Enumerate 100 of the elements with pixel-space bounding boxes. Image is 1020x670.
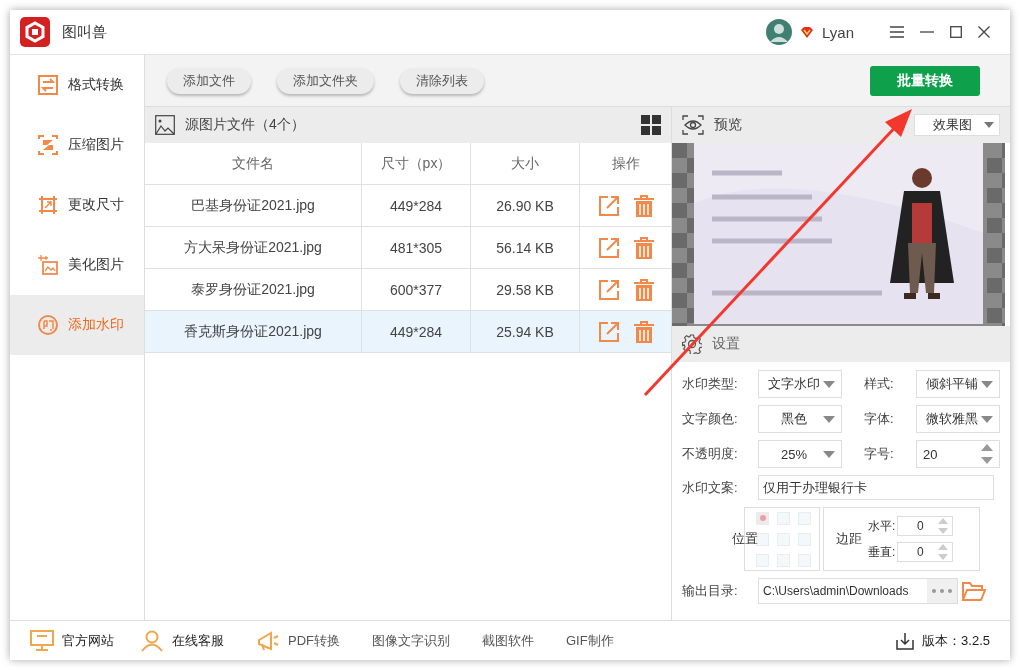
export-icon[interactable] — [597, 320, 620, 343]
preview-mode-dropdown[interactable]: 效果图 — [914, 114, 1000, 136]
footer-link[interactable]: PDF转换 — [256, 629, 340, 652]
field-label: 水平: — [868, 517, 896, 535]
avatar-icon[interactable] — [766, 19, 792, 45]
sidebar-item[interactable]: 格式转换 — [10, 55, 144, 115]
maximize-icon[interactable] — [950, 26, 962, 38]
user-name[interactable]: Lyan — [822, 23, 854, 41]
footer-link[interactable]: 官方网站 — [30, 629, 114, 652]
caret-icon — [981, 415, 993, 423]
sidebar-label: 美化图片 — [68, 256, 124, 274]
field-label: 样式: — [864, 375, 895, 393]
monitor-icon — [30, 629, 54, 652]
field-label: 位置 — [731, 530, 758, 548]
table-cell: 香克斯身份证2021.jpg — [145, 311, 362, 352]
trash-icon[interactable] — [633, 320, 654, 343]
folder-icon[interactable] — [962, 581, 986, 601]
dropdown[interactable]: 微软雅黑 — [916, 405, 1000, 433]
footer-link[interactable]: GIF制作 — [566, 631, 614, 650]
table-cell: 泰罗身份证2021.jpg — [145, 269, 362, 310]
number-field[interactable]: 20 — [916, 440, 1000, 468]
field-label: 水印类型: — [682, 375, 739, 393]
menu-icon[interactable] — [890, 26, 904, 38]
path-field[interactable]: C:\Users\admin\Downloads — [758, 578, 958, 604]
footer-link[interactable]: 在线客服 — [140, 629, 224, 652]
spinner-arrows-icon[interactable] — [981, 444, 993, 464]
image-icon — [155, 115, 175, 135]
panel-title: 设置 — [712, 335, 740, 353]
tool-icon — [38, 255, 58, 275]
field-label: 边距 — [836, 530, 862, 548]
table-row[interactable]: 香克斯身份证2021.jpg 449*284 25.94 KB — [145, 311, 671, 353]
field-label: 水印文案: — [682, 478, 739, 497]
footer-link[interactable]: 截图软件 — [482, 631, 534, 650]
selected-dot-icon — [759, 515, 766, 521]
panel-title: 预览 — [714, 116, 742, 134]
caret-icon — [981, 380, 993, 388]
position-picker[interactable] — [744, 507, 820, 571]
text-field[interactable]: 仅用于办理银行卡 — [758, 475, 994, 500]
field-label: 字号: — [864, 445, 895, 463]
spinner-arrows-icon[interactable] — [938, 518, 949, 534]
sidebar-item[interactable]: 压缩图片 — [10, 115, 144, 175]
toolbar-button[interactable]: 清除列表 — [400, 67, 484, 94]
field-label: 文字颜色: — [682, 410, 739, 428]
table-cell: 449*284 — [362, 311, 471, 352]
table-cell: 29.58 KB — [471, 269, 580, 310]
field-label: 垂直: — [868, 543, 896, 561]
field-label: 不透明度: — [682, 445, 739, 463]
megaphone-icon — [256, 629, 280, 652]
table-cell: 600*377 — [362, 269, 471, 310]
number-field[interactable]: 0 — [897, 542, 954, 562]
table-row[interactable]: 巴基身份证2021.jpg 449*284 26.90 KB — [145, 185, 671, 227]
export-icon[interactable] — [597, 236, 620, 259]
eye-icon — [682, 115, 704, 135]
dropdown[interactable]: 文字水印 — [758, 370, 842, 398]
sidebar-label: 压缩图片 — [68, 136, 124, 154]
trash-icon[interactable] — [633, 194, 654, 217]
tool-icon — [38, 75, 58, 95]
position-cell[interactable] — [756, 511, 769, 525]
more-icon[interactable] — [927, 579, 957, 603]
dropdown[interactable]: 25% — [758, 440, 842, 468]
spinner-arrows-icon[interactable] — [938, 544, 949, 560]
sidebar-label: 添加水印 — [68, 316, 124, 334]
sidebar-item[interactable]: 美化图片 — [10, 235, 144, 295]
gem-icon — [800, 25, 814, 39]
download-icon — [896, 631, 915, 650]
dropdown[interactable]: 倾斜平铺 — [916, 370, 1000, 398]
field-label: 字体: — [864, 410, 895, 428]
dropdown[interactable]: 黑色 — [758, 405, 842, 433]
table-cell: 449*284 — [362, 185, 471, 226]
export-icon[interactable] — [597, 278, 620, 301]
person-icon — [140, 629, 164, 652]
table-row[interactable]: 方大呆身份证2021.jpg 481*305 56.14 KB — [145, 227, 671, 269]
tool-icon — [38, 135, 58, 155]
caret-icon — [984, 122, 994, 128]
toolbar-button[interactable]: 添加文件 — [167, 67, 251, 94]
version-label[interactable]: 版本：3.2.5 — [896, 631, 990, 650]
export-icon[interactable] — [597, 194, 620, 217]
caret-icon — [823, 380, 835, 388]
window-title: 图叫兽 — [62, 22, 107, 42]
sidebar-item[interactable]: 更改尺寸 — [10, 175, 144, 235]
column-header: 尺寸（px） — [362, 143, 471, 184]
caret-icon — [823, 415, 835, 423]
close-icon[interactable] — [978, 26, 990, 38]
grid-view-icon[interactable] — [641, 115, 661, 135]
toolbar-button[interactable]: 添加文件夹 — [277, 67, 374, 94]
trash-icon[interactable] — [633, 236, 654, 259]
footer-link[interactable]: 图像文字识别 — [372, 631, 450, 650]
table-cell: 56.14 KB — [471, 227, 580, 268]
app-logo-icon — [20, 17, 50, 47]
table-cell: 巴基身份证2021.jpg — [145, 185, 362, 226]
field-label: 输出目录: — [682, 582, 739, 600]
table-cell: 25.94 KB — [471, 311, 580, 352]
sidebar-label: 格式转换 — [68, 76, 124, 94]
trash-icon[interactable] — [633, 278, 654, 301]
panel-title: 源图片文件（4个） — [185, 116, 305, 134]
column-header: 大小 — [471, 143, 580, 184]
number-field[interactable]: 0 — [897, 516, 954, 536]
column-header: 文件名 — [145, 143, 362, 184]
tool-icon — [38, 315, 58, 335]
settings-icon — [682, 334, 702, 354]
